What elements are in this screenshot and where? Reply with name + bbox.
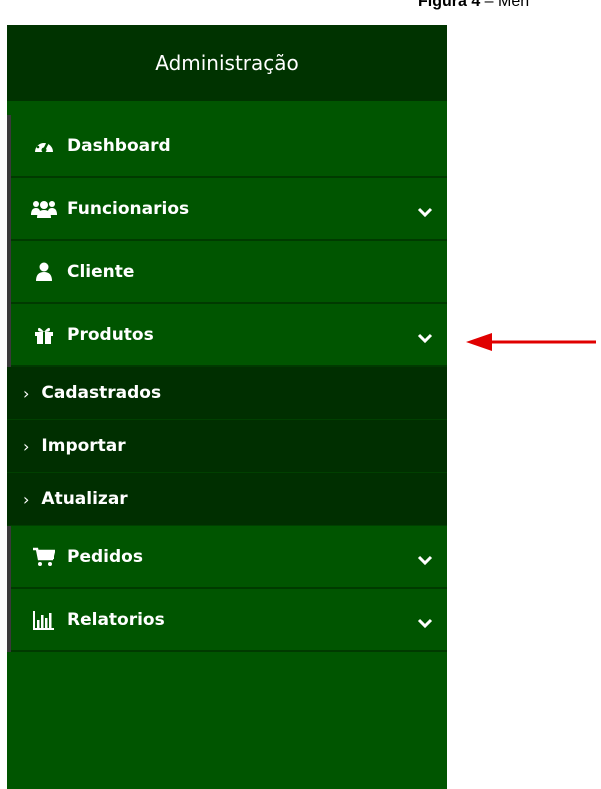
chevron-right-icon: › [23,436,30,456]
chevron-down-icon[interactable] [417,203,433,217]
sidebar-item-label: Cliente [67,261,135,282]
submenu-item-label: Atualizar [41,489,128,509]
gift-icon [29,324,59,346]
sidebar-item-label: Pedidos [67,546,143,567]
sidebar-item-label: Dashboard [67,135,171,156]
bar-chart-icon [29,609,59,631]
sidebar-item-cliente[interactable]: Cliente [11,241,447,304]
sidebar-item-produtos[interactable]: Produtos [11,304,447,367]
submenu-item-label: Importar [41,436,126,456]
chevron-down-icon[interactable] [417,329,433,343]
users-icon [29,198,59,220]
submenu-item-label: Cadastrados [41,383,162,403]
submenu-item-atualizar[interactable]: › Atualizar [7,473,447,526]
caption-rest: – Men [480,0,530,10]
sidebar-item-label: Produtos [67,324,154,345]
chevron-down-icon[interactable] [417,551,433,565]
user-icon [29,261,59,283]
dashboard-gauge-icon [29,135,59,157]
sidebar-header: Administração [7,25,447,101]
sidebar: Administração Dashboard Funcionarios Cli… [7,25,447,789]
red-arrow-annotation [466,333,596,351]
sidebar-item-pedidos[interactable]: Pedidos [11,526,447,589]
submenu-item-cadastrados[interactable]: › Cadastrados [7,367,447,420]
figure-caption: Figura 4 – Men [418,0,529,11]
sidebar-item-label: Funcionarios [67,198,190,219]
sidebar-menu: Dashboard Funcionarios Cliente Produtos … [7,115,447,652]
chevron-right-icon: › [23,489,30,509]
submenu-item-importar[interactable]: › Importar [7,420,447,473]
chevron-right-icon: › [23,383,30,403]
sidebar-title: Administração [155,51,299,75]
sidebar-item-label: Relatorios [67,609,165,630]
sidebar-item-relatorios[interactable]: Relatorios [11,589,447,652]
chevron-down-icon[interactable] [417,614,433,628]
cart-icon [29,546,59,568]
caption-prefix: Figura 4 [418,0,481,10]
sidebar-item-funcionarios[interactable]: Funcionarios [11,178,447,241]
sidebar-item-dashboard[interactable]: Dashboard [11,115,447,178]
